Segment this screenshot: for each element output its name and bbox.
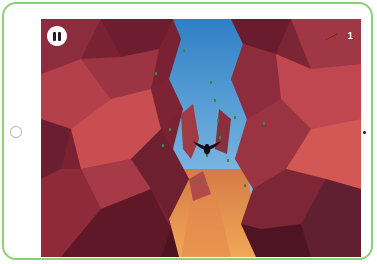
leaf <box>263 122 265 125</box>
left-canyon-wall <box>41 19 189 257</box>
leaf <box>155 72 157 75</box>
score-count: 1 <box>347 31 353 42</box>
leaf <box>183 49 185 52</box>
score-display: 1 <box>324 31 353 42</box>
leaf <box>169 128 171 131</box>
right-canyon-wall <box>231 19 361 257</box>
leaf <box>234 116 236 119</box>
feather-icon <box>325 33 338 40</box>
leaf <box>227 159 229 162</box>
leaf <box>162 144 164 147</box>
tablet-frame: 1 <box>2 2 373 260</box>
leaf <box>199 179 201 182</box>
pause-button[interactable] <box>47 26 67 46</box>
leaf <box>210 81 212 84</box>
pause-icon <box>52 31 62 41</box>
leaf <box>214 99 216 102</box>
game-screen[interactable]: 1 <box>41 19 361 257</box>
leaf <box>217 119 219 122</box>
home-button[interactable] <box>10 126 22 138</box>
canyon-scene <box>41 19 361 257</box>
front-camera <box>363 131 366 134</box>
leaf <box>219 136 221 139</box>
leaf <box>244 184 246 187</box>
